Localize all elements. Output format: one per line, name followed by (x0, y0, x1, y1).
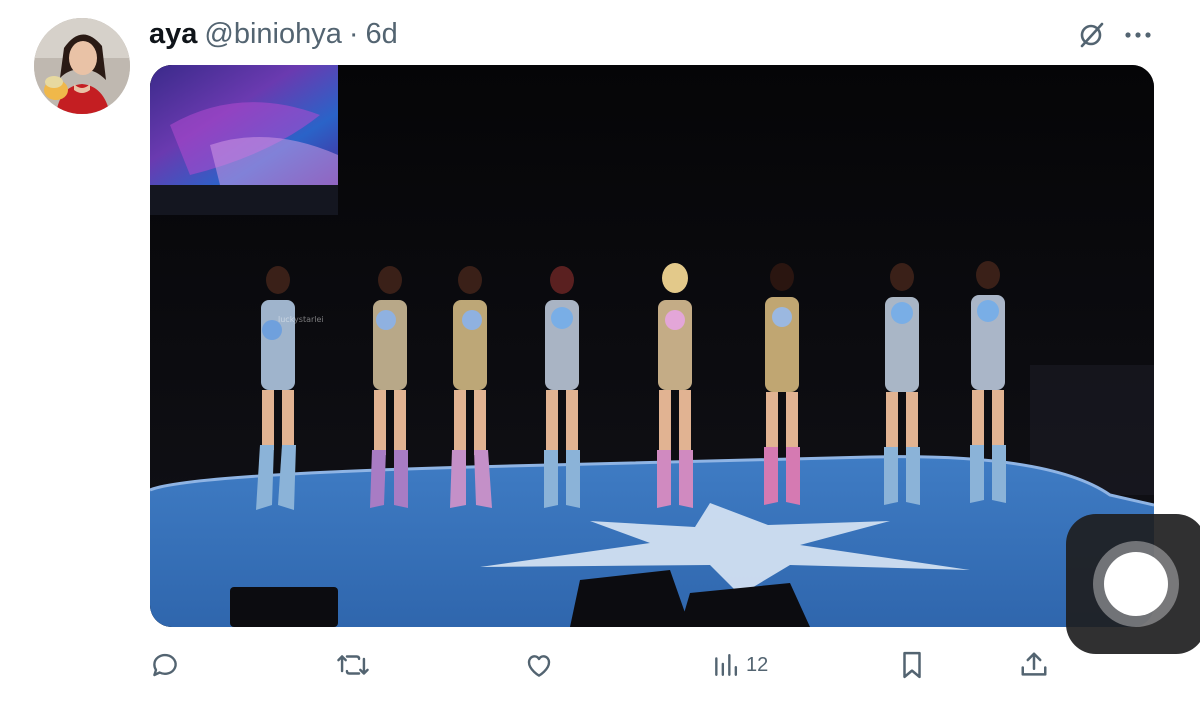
views-button[interactable]: 12 (712, 640, 768, 690)
reply-button[interactable] (150, 640, 188, 690)
tweet-action-bar: 12 (0, 640, 1200, 690)
like-button[interactable] (524, 640, 562, 690)
repost-icon (337, 655, 369, 675)
assistive-touch-icon (1093, 541, 1179, 627)
heart-icon (527, 655, 551, 677)
views-icon (715, 654, 738, 676)
reply-icon (153, 653, 177, 677)
user-handle[interactable]: @biniohya (204, 18, 341, 51)
display-name[interactable]: aya (149, 18, 197, 51)
tweet-media[interactable]: luckystarlei (150, 65, 1154, 627)
more-icon (1125, 32, 1151, 38)
photo-watermark: luckystarlei (278, 315, 324, 324)
avatar[interactable] (34, 18, 130, 114)
bookmark-icon (903, 651, 921, 679)
bookmark-button[interactable] (899, 640, 925, 690)
tweet-header: aya @biniohya · 6d (149, 14, 398, 54)
more-options-button[interactable] (1122, 18, 1154, 52)
concert-photo (150, 65, 1154, 627)
avatar-image (34, 18, 130, 114)
separator-dot: · (348, 17, 359, 50)
grok-icon (1080, 22, 1104, 48)
share-icon (1021, 652, 1047, 676)
views-count: 12 (746, 653, 769, 676)
share-button[interactable] (1019, 640, 1049, 690)
repost-button[interactable] (336, 640, 378, 690)
grok-button[interactable] (1074, 18, 1108, 52)
assistive-touch-button[interactable] (1066, 514, 1200, 654)
timestamp[interactable]: 6d (366, 18, 398, 51)
